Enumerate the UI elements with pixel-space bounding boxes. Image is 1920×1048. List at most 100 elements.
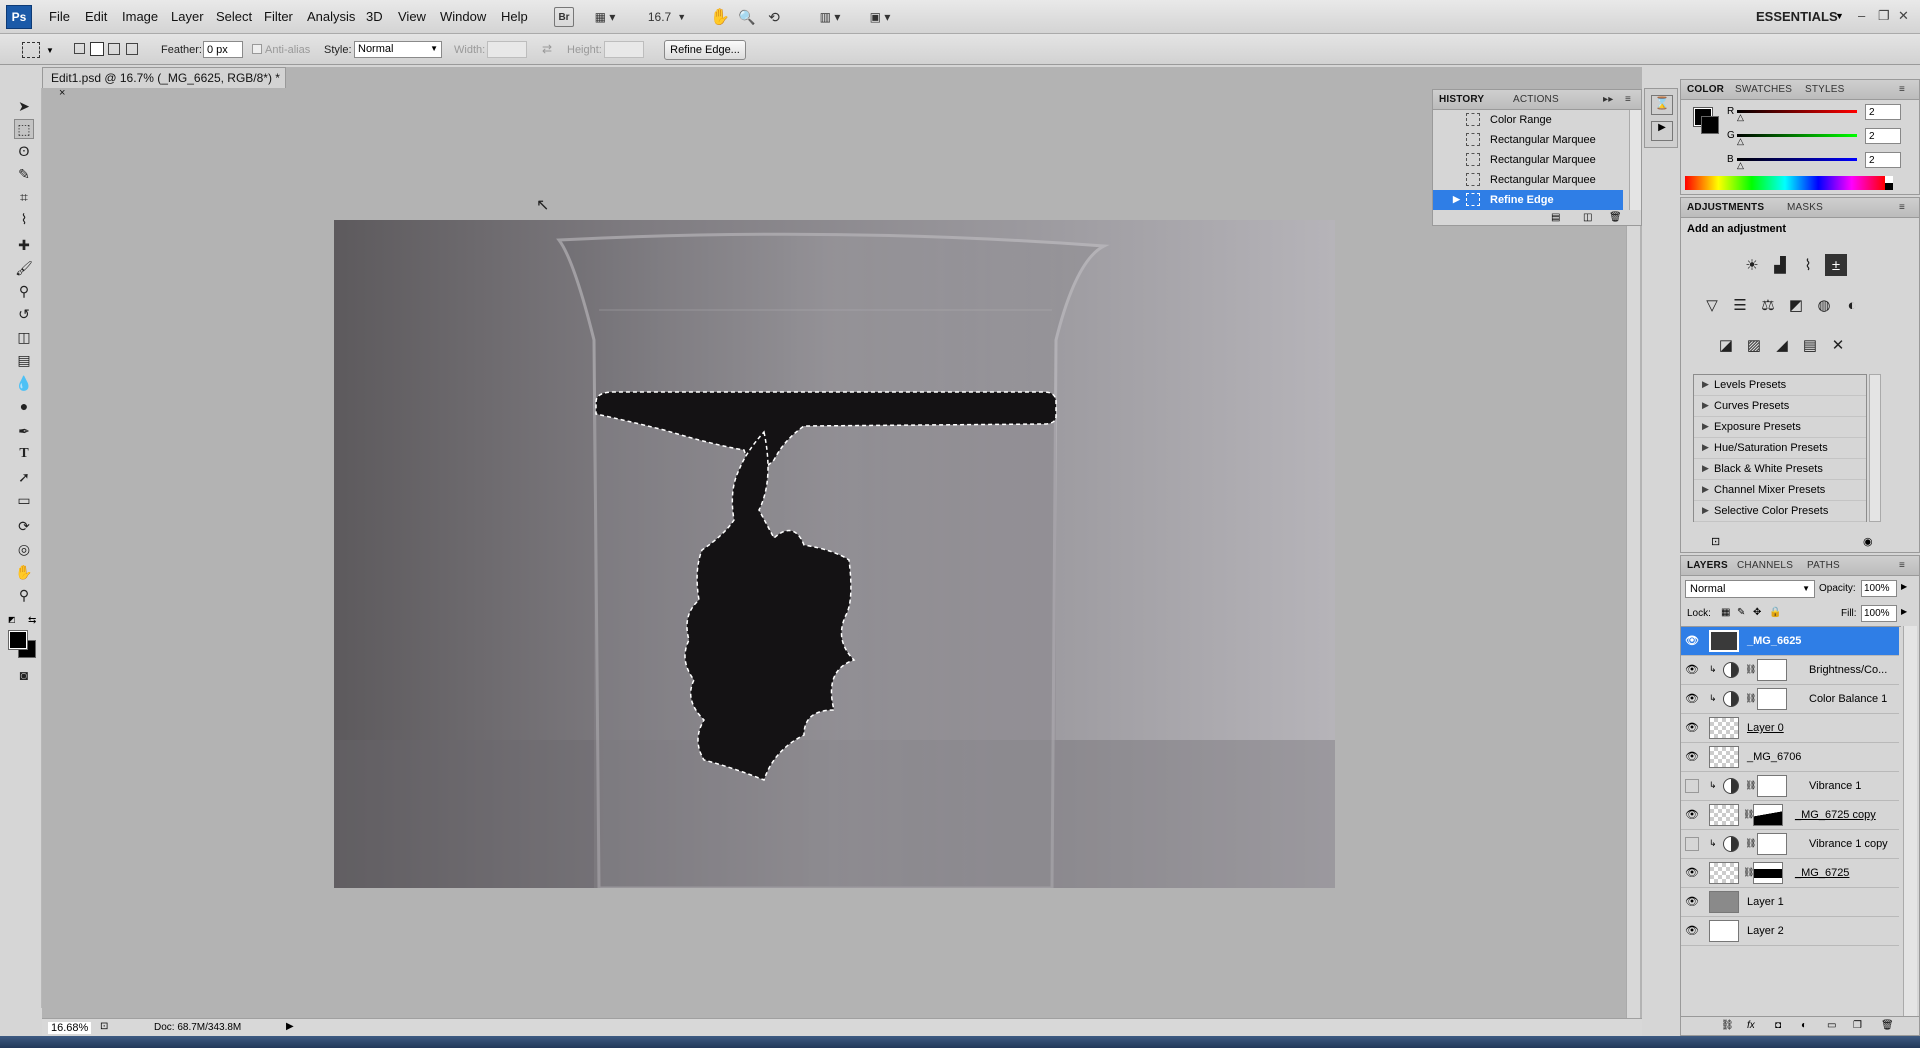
- brush-tool-icon[interactable]: 🖌: [14, 258, 34, 278]
- exposure-icon[interactable]: ±: [1825, 254, 1847, 276]
- visibility-eye-icon[interactable]: 👁: [1685, 808, 1699, 822]
- eyedropper-tool-icon[interactable]: ⌇: [14, 209, 34, 229]
- menu-image[interactable]: Image: [122, 9, 158, 24]
- rotate-view-icon[interactable]: ⟲: [764, 7, 784, 27]
- levels-icon[interactable]: ▟: [1769, 254, 1791, 276]
- pen-tool-icon[interactable]: ✒: [14, 421, 34, 441]
- preset-item[interactable]: ▶ Exposure Presets: [1694, 417, 1866, 438]
- horizontal-scrollbar[interactable]: [300, 1020, 1620, 1034]
- menu-analysis[interactable]: Analysis: [307, 9, 355, 24]
- style-select[interactable]: Normal ▼: [354, 41, 442, 58]
- black-white-ramp[interactable]: [1885, 176, 1893, 190]
- subtract-selection-icon[interactable]: [108, 43, 120, 55]
- history-item-active[interactable]: ▶ Refine Edge: [1433, 190, 1623, 210]
- layer-style-icon[interactable]: fx: [1747, 1020, 1755, 1031]
- menu-window[interactable]: Window: [440, 9, 486, 24]
- layer-row[interactable]: 👁 ⛓ _MG_6725 copy: [1681, 801, 1899, 830]
- workspace-switcher[interactable]: ESSENTIALS: [1756, 9, 1838, 24]
- g-slider[interactable]: [1737, 134, 1857, 137]
- path-selection-tool-icon[interactable]: ➚: [14, 467, 34, 487]
- zoom-level-dropdown[interactable]: 16.7 ▼: [644, 7, 690, 27]
- layer-row[interactable]: 👁 _MG_6706: [1681, 743, 1899, 772]
- trash-icon[interactable]: 🗑: [1881, 1020, 1894, 1031]
- blur-tool-icon[interactable]: 💧: [14, 373, 34, 393]
- new-document-from-state-icon[interactable]: ▤: [1551, 212, 1560, 223]
- rectangular-marquee-icon[interactable]: [22, 42, 40, 58]
- eraser-tool-icon[interactable]: ◫: [14, 327, 34, 347]
- minimize-icon[interactable]: –: [1858, 8, 1865, 23]
- layer-row[interactable]: 👁 Layer 1: [1681, 888, 1899, 917]
- zoom-percent[interactable]: 16.68%: [48, 1022, 92, 1034]
- layer-row[interactable]: 👁 ↳ ⛓ Color Balance 1: [1681, 685, 1899, 714]
- move-tool-icon[interactable]: ➤: [14, 96, 34, 116]
- visibility-eye-icon[interactable]: 👁: [1685, 692, 1699, 706]
- tab-color[interactable]: COLOR: [1687, 84, 1724, 95]
- menu-edit[interactable]: Edit: [85, 9, 107, 24]
- history-item[interactable]: Rectangular Marquee: [1433, 130, 1623, 150]
- tab-swatches[interactable]: SWATCHES: [1735, 84, 1792, 95]
- restore-icon[interactable]: ❐: [1878, 8, 1890, 24]
- type-tool-icon[interactable]: T: [14, 444, 34, 464]
- foreground-color-swatch[interactable]: [8, 630, 28, 650]
- brightness-contrast-icon[interactable]: ☀: [1741, 254, 1763, 276]
- posterize-icon[interactable]: ▨: [1743, 334, 1765, 356]
- visibility-toggle-off[interactable]: [1685, 779, 1699, 793]
- blend-mode-select[interactable]: Normal ▼: [1685, 580, 1815, 598]
- vertical-scrollbar[interactable]: [1626, 90, 1640, 1018]
- gradient-tool-icon[interactable]: ▤: [14, 350, 34, 370]
- zoom-tool-icon[interactable]: ⚲: [14, 585, 34, 605]
- tab-layers[interactable]: LAYERS: [1687, 560, 1728, 571]
- preset-item[interactable]: ▶ Channel Mixer Presets: [1694, 480, 1866, 501]
- b-slider[interactable]: [1737, 158, 1857, 161]
- history-scrollbar[interactable]: [1629, 110, 1641, 210]
- swap-dimensions-icon[interactable]: ⇄: [542, 42, 552, 56]
- channel-mixer-icon[interactable]: ◐: [1841, 294, 1863, 316]
- anti-alias-checkbox[interactable]: [252, 44, 262, 54]
- chevron-down-icon[interactable]: ▼: [46, 46, 54, 55]
- slider-thumb-icon[interactable]: △: [1737, 136, 1744, 147]
- shape-tool-icon[interactable]: ▭: [14, 490, 34, 510]
- chevron-right-icon[interactable]: ▶: [1901, 582, 1907, 591]
- tab-masks[interactable]: MASKS: [1787, 202, 1823, 213]
- history-item[interactable]: Rectangular Marquee: [1433, 150, 1623, 170]
- visibility-eye-icon[interactable]: 👁: [1685, 634, 1699, 648]
- background-color-swatch[interactable]: [1701, 116, 1719, 134]
- preset-item[interactable]: ▶ Selective Color Presets: [1694, 501, 1866, 522]
- screen-mode-button[interactable]: ▣ ▾: [862, 7, 898, 27]
- image-canvas[interactable]: [334, 220, 1335, 888]
- lock-all-icon[interactable]: 🔒: [1769, 607, 1781, 618]
- hand-tool-icon[interactable]: ✋: [14, 562, 34, 582]
- new-selection-icon[interactable]: [74, 43, 85, 54]
- menu-select[interactable]: Select: [216, 9, 252, 24]
- clone-stamp-tool-icon[interactable]: ⚲: [14, 281, 34, 301]
- color-balance-icon[interactable]: ⚖: [1757, 294, 1779, 316]
- lock-position-icon[interactable]: ✥: [1753, 607, 1761, 618]
- chevron-right-icon[interactable]: ▶: [1901, 607, 1907, 616]
- status-icon[interactable]: ⊡: [100, 1021, 108, 1032]
- trash-icon[interactable]: 🗑: [1609, 212, 1622, 223]
- healing-brush-tool-icon[interactable]: ✚: [14, 235, 34, 255]
- lasso-tool-icon[interactable]: ʘ: [14, 141, 34, 161]
- intersect-selection-icon[interactable]: [126, 43, 138, 55]
- status-menu-arrow-icon[interactable]: ▶: [286, 1021, 294, 1032]
- visibility-eye-icon[interactable]: 👁: [1685, 750, 1699, 764]
- menu-help[interactable]: Help: [501, 9, 528, 24]
- new-adjustment-layer-icon[interactable]: ◐: [1801, 1020, 1807, 1031]
- chevron-down-icon[interactable]: ▼: [1835, 11, 1844, 21]
- selective-color-icon[interactable]: ✕: [1827, 334, 1849, 356]
- width-input[interactable]: [487, 41, 527, 58]
- preset-item[interactable]: ▶ Levels Presets: [1694, 375, 1866, 396]
- snapshot-icon[interactable]: ◫: [1583, 212, 1592, 223]
- crop-tool-icon[interactable]: ⌗: [14, 187, 34, 207]
- document-tab[interactable]: Edit1.psd @ 16.7% (_MG_6625, RGB/8*) * ×: [42, 67, 286, 99]
- panel-menu-icon[interactable]: ≡: [1899, 84, 1905, 95]
- threshold-icon[interactable]: ◢: [1771, 334, 1793, 356]
- marquee-tool-icon[interactable]: ⬚: [14, 119, 34, 139]
- lock-pixels-icon[interactable]: ✎: [1737, 607, 1745, 618]
- height-input[interactable]: [604, 41, 644, 58]
- g-value-input[interactable]: [1865, 128, 1901, 144]
- view-extras-button[interactable]: ▦ ▾: [588, 7, 622, 27]
- panel-menu-icon[interactable]: ≡: [1899, 560, 1905, 571]
- tab-adjustments[interactable]: ADJUSTMENTS: [1687, 202, 1764, 213]
- link-layers-icon[interactable]: ⛓: [1721, 1020, 1734, 1031]
